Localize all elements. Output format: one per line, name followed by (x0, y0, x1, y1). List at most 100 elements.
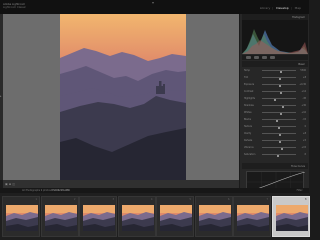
slider-knob[interactable] (277, 154, 280, 157)
view-mode-icons[interactable]: ▣ ⊞ ◫ (5, 182, 15, 186)
filmstrip-thumbnail[interactable]: 8 (271, 196, 310, 237)
tone-curve-title: Tone Curve (291, 164, 305, 168)
slider-knob[interactable] (278, 77, 281, 80)
top-panel-toggle-icon[interactable]: ▾ (152, 0, 154, 5)
filmstrip: 1 2 3 4 5 6 7 8 (0, 193, 310, 240)
filter-label[interactable]: Filter: (297, 189, 303, 192)
slider-knob[interactable] (273, 98, 276, 101)
slider-track[interactable] (262, 70, 296, 73)
right-panel: Histogram Basic Temp 5300 Tint +8 Exposure +0… (240, 14, 309, 193)
slider-label: Clarity (244, 132, 252, 135)
slider-value[interactable]: +8 (303, 132, 306, 135)
slider-label: Shadows (244, 104, 254, 107)
slider-value[interactable]: +30 (301, 104, 306, 107)
app-logo: Adobe Lightroom Lightroom Classic (3, 3, 26, 9)
slider-knob[interactable] (277, 126, 281, 129)
thumbnail-image (198, 205, 231, 231)
slider-track[interactable] (262, 98, 296, 101)
filmstrip-thumbnail[interactable]: 4 (117, 196, 156, 237)
expand-left-panel-icon[interactable]: ▸ (0, 94, 2, 98)
thumbnail-image (44, 205, 77, 231)
filmstrip-thumbnail[interactable]: 5 (156, 196, 194, 237)
tone-curve-header[interactable]: Tone Curve (242, 163, 308, 169)
slider-label: Highlights (244, 97, 256, 100)
main-photo[interactable] (60, 14, 186, 180)
slider-value[interactable]: +0.30 (299, 83, 306, 86)
slider-knob[interactable] (279, 91, 283, 94)
slider-value[interactable]: 0 (305, 125, 306, 128)
filmstrip-source-info: All Photographs 9 photos DSC04218.ARW (22, 189, 70, 192)
slider-value[interactable]: +12 (301, 90, 306, 93)
slider-row-temp: Temp 5300 (244, 69, 306, 73)
slider-track[interactable] (262, 77, 296, 80)
develop-tool-strip (242, 55, 308, 60)
module-map[interactable]: Map (295, 6, 301, 10)
mask-tool-icon[interactable] (270, 56, 275, 59)
slider-value[interactable]: +8 (303, 76, 306, 79)
slider-row-tint: Tint +8 (244, 76, 306, 80)
spot-removal-icon[interactable] (254, 56, 259, 59)
slider-track[interactable] (262, 147, 296, 150)
slider-row-clarity: Clarity +8 (244, 132, 306, 136)
slider-knob[interactable] (278, 140, 281, 143)
slider-value[interactable]: -5 (304, 153, 306, 156)
slider-track[interactable] (262, 154, 296, 157)
slider-knob[interactable] (276, 119, 279, 122)
slider-row-whites: Whites +10 (244, 111, 306, 115)
slider-value[interactable]: -15 (302, 118, 306, 121)
image-canvas[interactable] (3, 14, 239, 180)
filmstrip-thumbnail[interactable]: 2 (40, 196, 79, 237)
slider-row-texture: Texture 0 (244, 125, 306, 129)
thumbnail-image (160, 205, 192, 231)
slider-label: Dehaze (244, 139, 253, 142)
slider-label: Whites (244, 111, 252, 114)
slider-track[interactable] (262, 126, 296, 129)
slider-value[interactable]: 5300 (300, 69, 306, 72)
photo-count: 9 photos (40, 189, 51, 192)
slider-track[interactable] (262, 91, 296, 94)
slider-knob[interactable] (279, 112, 282, 115)
slider-track[interactable] (262, 133, 296, 136)
basic-panel-header[interactable]: Basic (242, 61, 308, 67)
basic-panel-title: Basic (298, 62, 305, 66)
thumbnail-image (121, 205, 154, 231)
filmstrip-thumbnail[interactable]: 6 (194, 196, 233, 237)
app-brand-sub: Lightroom Classic (3, 6, 26, 9)
slider-row-highlights: Highlights -45 (244, 97, 306, 101)
slider-track[interactable] (262, 84, 296, 87)
thumbnail-index: 8 (305, 198, 307, 201)
slider-row-exposure: Exposure +0.30 (244, 83, 306, 87)
slider-value[interactable]: +5 (303, 139, 306, 142)
slider-value[interactable]: -45 (302, 97, 306, 100)
slider-knob[interactable] (279, 70, 282, 73)
module-develop[interactable]: Develop (276, 6, 288, 10)
thumbnail-image (6, 205, 38, 231)
filmstrip-thumbnail[interactable]: 7 (233, 196, 271, 237)
slider-knob[interactable] (279, 133, 282, 136)
crop-tool-icon[interactable] (246, 56, 251, 59)
red-eye-icon[interactable] (262, 56, 267, 59)
module-library[interactable]: Library (260, 6, 271, 10)
slider-track[interactable] (262, 105, 296, 108)
slider-knob[interactable] (279, 84, 282, 87)
filmstrip-thumbnail[interactable]: 1 (2, 196, 40, 237)
bottom-toolbar: ▣ ⊞ ◫ (3, 180, 239, 188)
slider-value[interactable]: +10 (301, 111, 306, 114)
slider-track[interactable] (262, 119, 296, 122)
thumbnail-index: 2 (74, 198, 76, 201)
slider-row-vibrance: Vibrance +15 (244, 146, 306, 150)
slider-row-shadows: Shadows +30 (244, 104, 306, 108)
thumbnail-index: 4 (151, 198, 153, 201)
slider-track[interactable] (262, 112, 296, 115)
slider-value[interactable]: +15 (301, 146, 306, 149)
filmstrip-thumbnail[interactable]: 3 (79, 196, 117, 237)
slider-track[interactable] (262, 140, 296, 143)
source-name[interactable]: All Photographs (22, 189, 40, 192)
module-separator: | (272, 6, 274, 10)
slider-knob[interactable] (281, 105, 285, 108)
slider-row-dehaze: Dehaze +5 (244, 139, 306, 143)
thumbnail-index: 5 (189, 198, 191, 201)
thumbnail-image (83, 205, 115, 231)
slider-knob[interactable] (280, 147, 283, 150)
thumbnail-image (275, 205, 308, 231)
